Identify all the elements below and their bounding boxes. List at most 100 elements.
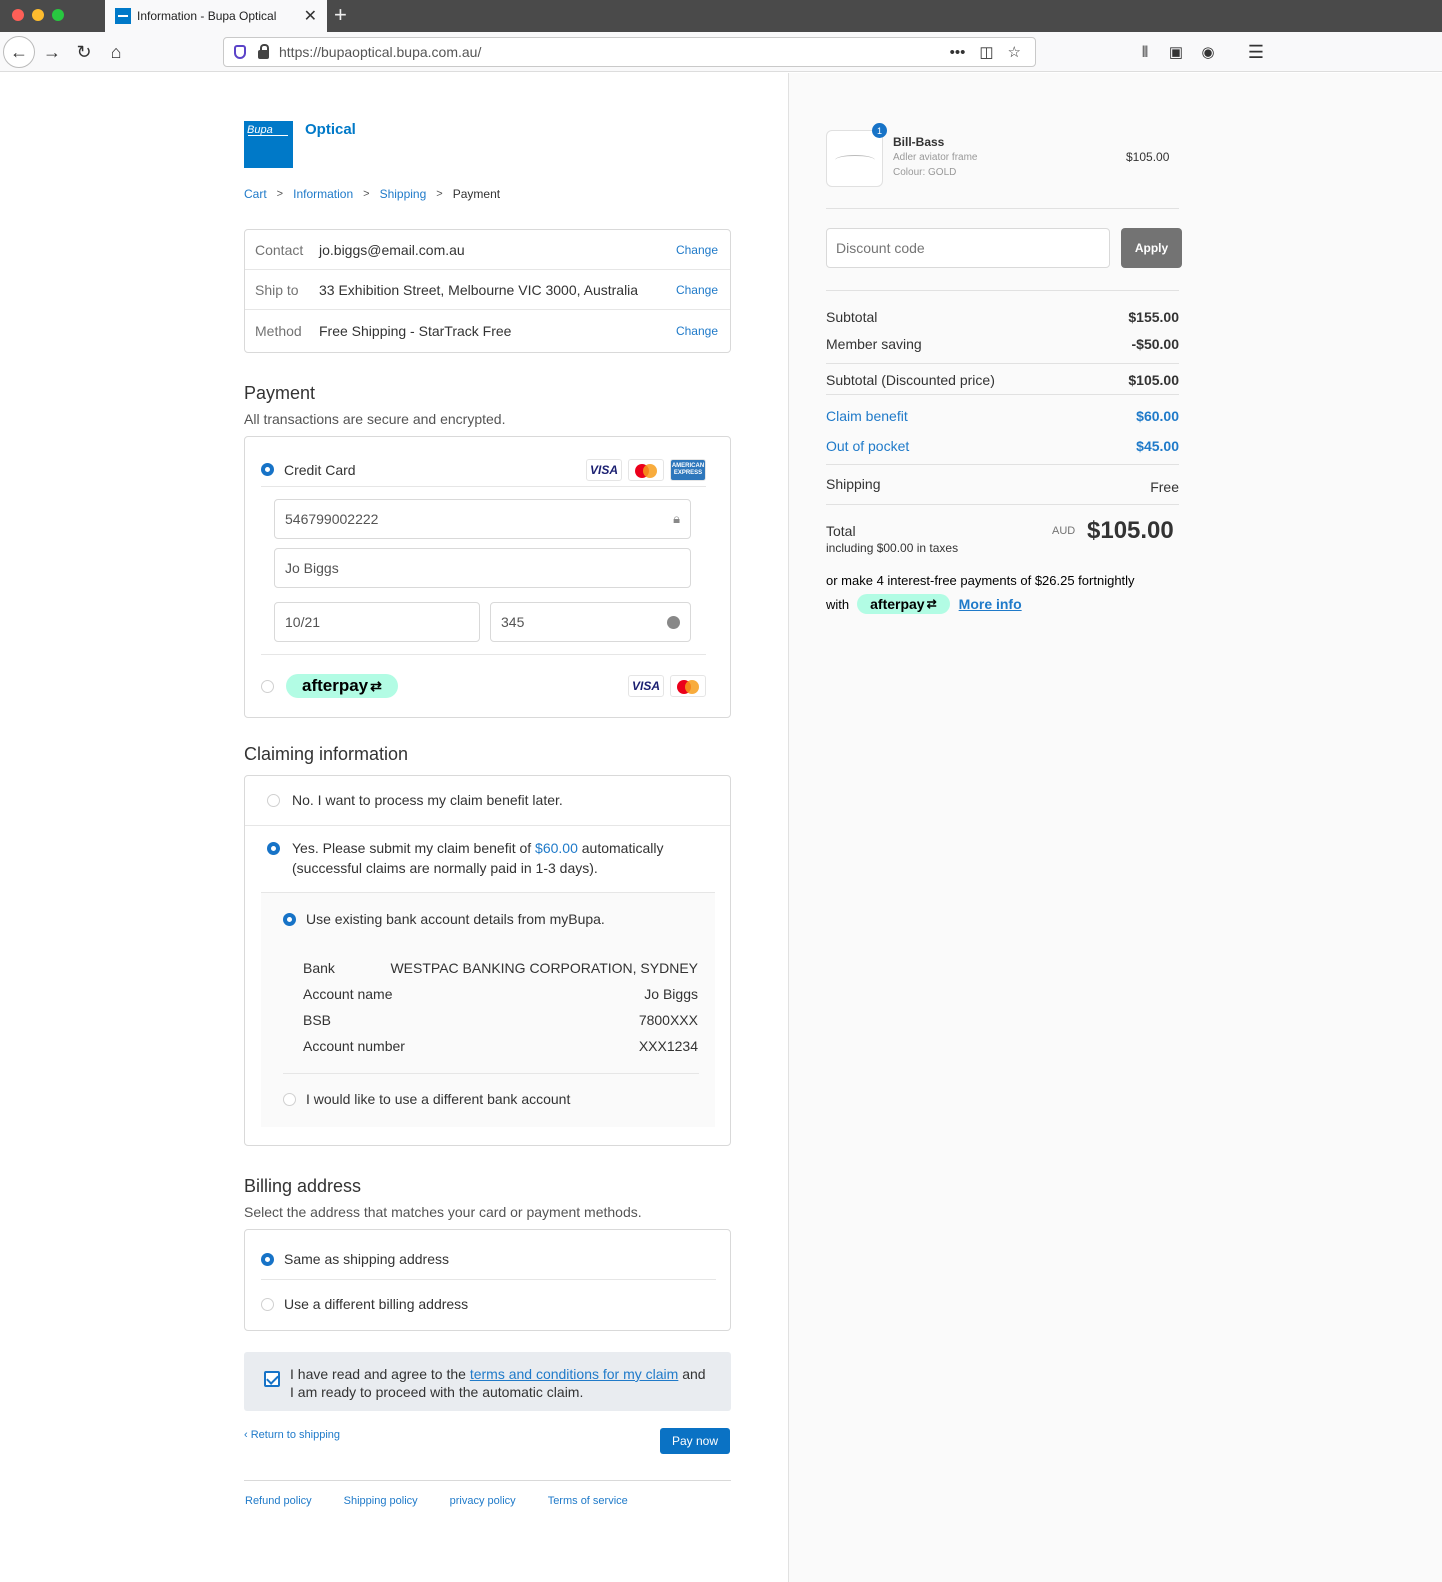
close-tab-icon[interactable]: ✕ bbox=[304, 6, 317, 26]
close-window-button[interactable] bbox=[12, 9, 24, 21]
name-on-card-field[interactable]: Jo Biggs bbox=[274, 548, 691, 588]
card-number-field[interactable]: 546799002222 🔒︎ bbox=[274, 499, 691, 539]
footer-links: Refund policy Shipping policy privacy po… bbox=[245, 1495, 660, 1507]
different-bank-radio[interactable] bbox=[283, 1092, 296, 1106]
page-actions-icon[interactable]: ••• bbox=[950, 44, 966, 61]
bank-value: Jo Biggs bbox=[644, 986, 698, 1002]
credit-card-radio[interactable] bbox=[261, 463, 274, 476]
sidebar-icon[interactable]: ▣ bbox=[1160, 36, 1192, 68]
bank-details-panel: Use existing bank account details from m… bbox=[261, 892, 715, 1127]
review-contact-row: Contact jo.biggs@email.com.au Change bbox=[245, 230, 730, 270]
existing-bank-radio[interactable] bbox=[283, 912, 296, 926]
terms-text: I have read and agree to the terms and c… bbox=[290, 1365, 706, 1411]
afterpay-radio[interactable] bbox=[261, 679, 274, 693]
help-question-icon[interactable]: ? bbox=[667, 615, 680, 630]
footer-divider bbox=[244, 1480, 731, 1481]
afterpay-more-info-link[interactable]: More info bbox=[959, 596, 1022, 612]
bank-label: BSB bbox=[303, 1012, 332, 1028]
different-bank-option[interactable]: I would like to use a different bank acc… bbox=[283, 1089, 570, 1109]
chevron-right-icon: > bbox=[436, 188, 443, 200]
shipping-label: Shipping bbox=[826, 476, 881, 492]
change-shipto-link[interactable]: Change bbox=[676, 283, 718, 297]
divider bbox=[826, 504, 1179, 505]
terms-line2: I am ready to proceed with the automatic… bbox=[290, 1384, 584, 1400]
divider bbox=[283, 1073, 699, 1074]
quantity-badge: 1 bbox=[872, 123, 887, 138]
breadcrumb-information[interactable]: Information bbox=[293, 187, 353, 201]
home-icon[interactable]: ⌂ bbox=[100, 36, 132, 68]
cvv-field[interactable]: 345 ? bbox=[490, 602, 691, 642]
reload-icon[interactable]: ↻ bbox=[68, 36, 100, 68]
terms-link[interactable]: terms and conditions for my claim bbox=[470, 1366, 679, 1382]
claim-auto-radio[interactable] bbox=[267, 842, 280, 855]
payment-subtitle: All transactions are secure and encrypte… bbox=[244, 411, 506, 427]
breadcrumb: Cart > Information > Shipping > Payment bbox=[244, 187, 500, 201]
review-value: jo.biggs@email.com.au bbox=[319, 241, 465, 258]
claim-auto-suffix: automatically bbox=[581, 840, 664, 856]
expiry-field[interactable]: 10/21 bbox=[274, 602, 480, 642]
claim-later-radio[interactable] bbox=[267, 793, 280, 807]
afterpay-badge-text: afterpay bbox=[870, 596, 925, 612]
terms-prefix: I have read and agree to the bbox=[290, 1366, 466, 1382]
bupa-logo[interactable]: Bupa bbox=[244, 121, 293, 168]
lock-icon: 🔒︎ bbox=[673, 511, 680, 526]
url-text[interactable]: https://bupaoptical.bupa.com.au/ bbox=[279, 44, 950, 60]
minimize-window-button[interactable] bbox=[32, 9, 44, 21]
pocket-icon[interactable]: ◫ bbox=[979, 43, 993, 61]
apply-discount-button[interactable]: Apply bbox=[1121, 228, 1182, 268]
claim-auto-label: Yes. Please submit my claim benefit of $… bbox=[292, 838, 663, 878]
footer-terms-of-service[interactable]: Terms of service bbox=[548, 1495, 628, 1507]
footer-refund-policy[interactable]: Refund policy bbox=[245, 1495, 312, 1507]
bookmark-star-icon[interactable]: ☆ bbox=[1008, 43, 1021, 61]
billing-same-radio[interactable] bbox=[261, 1252, 274, 1266]
breadcrumb-shipping[interactable]: Shipping bbox=[380, 187, 427, 201]
review-block: Contact jo.biggs@email.com.au Change Shi… bbox=[244, 229, 731, 353]
claiming-options: No. I want to process my claim benefit l… bbox=[244, 775, 731, 1146]
bank-label: Bank bbox=[303, 960, 335, 976]
claim-later-option[interactable]: No. I want to process my claim benefit l… bbox=[267, 790, 563, 810]
afterpay-arrows-icon: ⇄ bbox=[926, 597, 937, 611]
forward-arrow-icon[interactable]: → bbox=[36, 36, 68, 68]
claim-benefit-value: $60.00 bbox=[1136, 408, 1179, 424]
return-to-shipping-link[interactable]: ‹ Return to shipping bbox=[244, 1429, 340, 1441]
out-of-pocket-value: $45.00 bbox=[1136, 438, 1179, 454]
discount-code-input[interactable] bbox=[826, 228, 1110, 268]
pay-now-button[interactable]: Pay now bbox=[660, 1428, 730, 1454]
bank-row: Account number XXX1234 bbox=[303, 1033, 698, 1059]
billing-same-option[interactable]: Same as shipping address bbox=[261, 1251, 716, 1267]
afterpay-option[interactable]: afterpay ⇄ VISA bbox=[261, 674, 706, 698]
new-tab-icon[interactable]: + bbox=[334, 3, 347, 27]
chevron-right-icon: > bbox=[276, 188, 284, 200]
mastercard-icon bbox=[670, 675, 706, 697]
account-icon[interactable]: ◉ bbox=[1192, 36, 1224, 68]
different-bank-label: I would like to use a different bank acc… bbox=[306, 1091, 571, 1107]
billing-same-label: Same as shipping address bbox=[284, 1251, 449, 1267]
address-bar[interactable]: https://bupaoptical.bupa.com.au/ ••• ◫ ☆ bbox=[223, 37, 1036, 67]
browser-tab-bar: Information - Bupa Optical ✕ + bbox=[0, 0, 1442, 32]
tracking-shield-icon[interactable] bbox=[234, 45, 246, 59]
shipping-row: Shipping Free bbox=[826, 476, 1179, 495]
maximize-window-button[interactable] bbox=[52, 9, 64, 21]
library-icon[interactable]: ⫴ bbox=[1129, 36, 1161, 68]
breadcrumb-cart[interactable]: Cart bbox=[244, 187, 267, 201]
existing-bank-option[interactable]: Use existing bank account details from m… bbox=[283, 909, 605, 929]
total-currency: AUD bbox=[1052, 525, 1076, 537]
browser-tab[interactable]: Information - Bupa Optical ✕ bbox=[105, 0, 327, 32]
change-method-link[interactable]: Change bbox=[676, 324, 718, 338]
change-contact-link[interactable]: Change bbox=[676, 243, 718, 257]
afterpay-installments-text: or make 4 interest-free payments of $26.… bbox=[826, 573, 1135, 588]
back-arrow-icon[interactable]: ← bbox=[3, 36, 35, 68]
logo-optical-text: Optical bbox=[305, 121, 356, 138]
terms-checkbox[interactable] bbox=[264, 1371, 280, 1387]
billing-different-radio[interactable] bbox=[261, 1297, 274, 1311]
footer-privacy-policy[interactable]: privacy policy bbox=[450, 1495, 516, 1507]
credit-card-option[interactable]: Credit Card VISA AMERICAN EXPRESS bbox=[261, 453, 706, 487]
footer-shipping-policy[interactable]: Shipping policy bbox=[344, 1495, 418, 1507]
afterpay-logo-text: afterpay bbox=[302, 676, 369, 695]
lock-icon[interactable] bbox=[258, 43, 269, 59]
cvv-value: 345 bbox=[501, 614, 525, 630]
menu-hamburger-icon[interactable]: ☰ bbox=[1240, 36, 1272, 68]
billing-title: Billing address bbox=[244, 1176, 362, 1196]
claim-auto-option[interactable]: Yes. Please submit my claim benefit of $… bbox=[267, 838, 663, 878]
billing-different-option[interactable]: Use a different billing address bbox=[261, 1296, 716, 1312]
